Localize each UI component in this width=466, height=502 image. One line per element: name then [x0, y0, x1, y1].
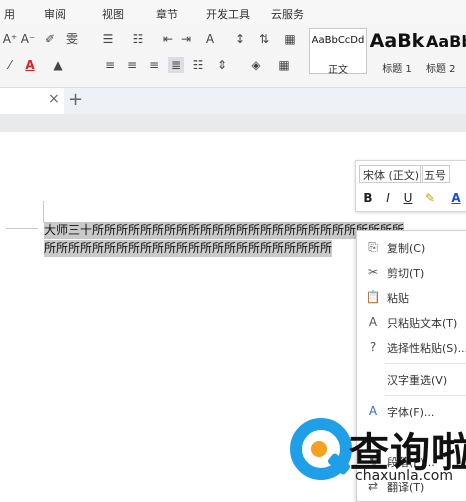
bullets-icon[interactable]: ☰ — [100, 31, 116, 47]
font-color-icon[interactable]: A — [22, 57, 38, 73]
decrease-indent-icon[interactable]: ⇤ — [160, 31, 176, 47]
selected-text-line[interactable]: 大师三十所所所所所所所所所所所所所所所所所所所所所所所所所所 — [44, 222, 405, 239]
line-spacing-icon[interactable]: ⇅ — [256, 31, 272, 47]
watermark-logo-dot — [311, 441, 327, 457]
menu-item[interactable]: 用 — [4, 6, 15, 22]
document-tab[interactable]: × — [0, 88, 64, 114]
menu-item-reselect-hanzi[interactable]: 汉字重选(V) — [357, 367, 466, 392]
justify-icon[interactable]: ≣ — [168, 57, 184, 73]
menu-item-label: 汉字重选(V) — [387, 374, 448, 387]
ribbon: A⁺ A⁻ ✐ 雯 ☰ ☷ ⇤ ⇥ A ↕ ⇅ ▦ ⁄ A ▲ ≡ ≡ ≡ ≣ … — [0, 24, 466, 88]
shrink-font-icon[interactable]: A⁻ — [20, 31, 36, 47]
text-effect-icon[interactable]: A — [202, 31, 218, 47]
highlight-icon[interactable]: ✎ — [422, 189, 438, 207]
add-tab-icon[interactable]: + — [68, 89, 83, 110]
menu-item-paste[interactable]: 📋 粘贴 — [357, 285, 466, 310]
increase-indent-icon[interactable]: ⇥ — [178, 31, 194, 47]
style-label: 标题 2 — [426, 64, 456, 75]
italic-button[interactable]: I — [380, 189, 396, 207]
watermark-url: chaxunla.com — [355, 468, 453, 484]
numbering-icon[interactable]: ☷ — [130, 31, 146, 47]
fill-icon[interactable]: ◈ — [248, 57, 264, 73]
style-preview: AaBb — [426, 32, 466, 51]
menu-item-label: 只粘贴文本(T) — [387, 317, 458, 330]
menu-separator — [385, 363, 466, 364]
border-icon[interactable]: ▦ — [276, 57, 292, 73]
distributed-icon[interactable]: ☷ — [190, 57, 206, 73]
style-heading-1[interactable]: AaBk 标题 1 — [369, 28, 425, 75]
margin-marker — [6, 228, 38, 229]
style-preview: AaBk — [369, 30, 425, 52]
style-normal[interactable]: AaBbCcDd 正文 — [309, 28, 367, 76]
shading-icon[interactable]: ▲ — [50, 57, 66, 73]
margin-marker — [43, 201, 44, 223]
menu-item-paste-special[interactable]: ? 选择性粘贴(S)... — [357, 335, 466, 360]
selected-text-line[interactable]: 所所所所所所所所所所所所所所所所所所所所所所所所 — [44, 240, 333, 257]
sort-icon[interactable]: ↕ — [232, 31, 248, 47]
paragraph-spacing-icon[interactable]: ⇕ — [214, 57, 230, 73]
style-heading-2[interactable]: AaBb 标题 2 — [426, 28, 466, 75]
menu-item-copy[interactable]: ⎘ 复制(C) — [357, 235, 466, 260]
menu-item-developer[interactable]: 开发工具 — [206, 6, 250, 22]
paste-icon: 📋 — [365, 290, 381, 304]
paste-text-icon: A — [368, 315, 378, 329]
underline-button[interactable]: U — [400, 189, 416, 207]
menu-item-cloud[interactable]: 云服务 — [271, 6, 304, 22]
paste-special-icon: ? — [369, 340, 377, 354]
close-icon[interactable]: × — [48, 91, 60, 107]
grow-font-icon[interactable]: A⁺ — [2, 31, 18, 47]
align-right-icon[interactable]: ≡ — [146, 57, 162, 73]
menu-bar: 用 审阅 视图 章节 开发工具 云服务 — [0, 0, 466, 24]
menu-item-paste-text[interactable]: A 只粘贴文本(T) — [357, 310, 466, 335]
copy-icon: ⎘ — [368, 240, 378, 254]
bold-button[interactable]: B — [360, 189, 376, 207]
ruler-area — [0, 114, 466, 132]
align-center-icon[interactable]: ≡ — [124, 57, 140, 73]
scissors-icon: ✂ — [367, 265, 379, 279]
font-color-icon[interactable]: A — [448, 189, 464, 207]
highlight-icon[interactable]: ⁄ — [2, 57, 18, 73]
menu-item-label: 剪切(T) — [387, 267, 425, 280]
mini-toolbar: 宋体 (正文) 五号 B I U ✎ A — [355, 160, 466, 212]
document-tab-bar: × + — [0, 88, 466, 114]
style-label: 正文 — [328, 65, 348, 76]
menu-item-view[interactable]: 视图 — [102, 6, 124, 22]
clear-format-icon[interactable]: ✐ — [42, 31, 58, 47]
style-label: 标题 1 — [382, 64, 412, 75]
menu-item-chapter[interactable]: 章节 — [156, 6, 178, 22]
style-preview: AaBbCcDd — [311, 35, 365, 46]
font-family-select[interactable]: 宋体 (正文) — [359, 165, 424, 183]
menu-item-cut[interactable]: ✂ 剪切(T) — [357, 260, 466, 285]
menu-separator — [385, 395, 466, 396]
menu-item-label: 复制(C) — [387, 242, 426, 255]
font-size-select[interactable]: 五号 — [420, 165, 450, 183]
menu-item-label: 选择性粘贴(S)... — [387, 342, 466, 355]
menu-item-review[interactable]: 审阅 — [44, 6, 66, 22]
table-icon[interactable]: ▦ — [282, 31, 298, 47]
font-icon: A — [368, 404, 378, 418]
menu-item-label: 字体(F)... — [387, 406, 435, 419]
phonetic-icon[interactable]: 雯 — [64, 31, 80, 47]
align-left-icon[interactable]: ≡ — [102, 57, 118, 73]
menu-item-label: 粘贴 — [387, 292, 409, 305]
